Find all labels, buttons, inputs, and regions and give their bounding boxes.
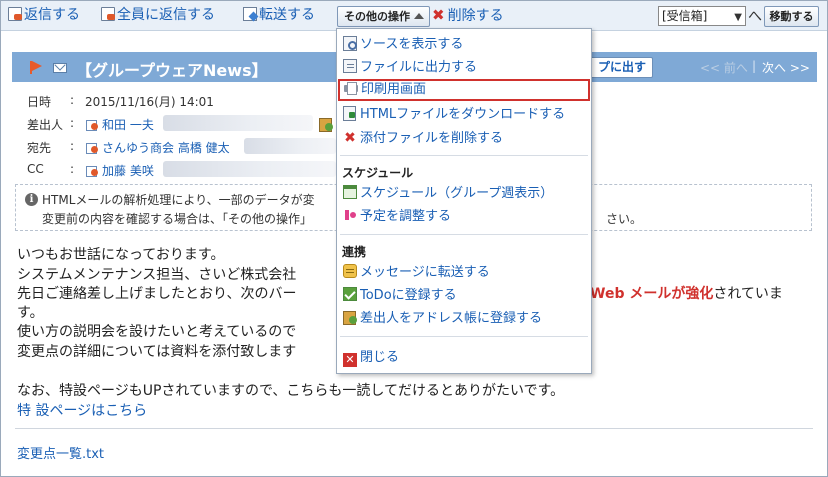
other-actions-menu: ソースを表示する ファイルに出力する 印刷用画面 HTMLファイルをダウンロード… — [336, 28, 592, 374]
menu-separator — [340, 155, 588, 156]
body-line: す。 — [17, 305, 44, 321]
menu-item-schedule-group-week[interactable]: スケジュール（グループ週表示） — [341, 183, 553, 205]
to-value[interactable]: さんゆう商会 高橋 健太 — [85, 139, 230, 156]
body-line: 使い方の説明会を設けたいと考えているので — [17, 324, 297, 340]
reply-all-button[interactable]: 全員に返信する — [101, 5, 215, 25]
menu-separator — [340, 336, 588, 337]
date-colon: : — [70, 93, 75, 107]
toolbar: 返信する 全員に返信する 転送する その他の操作 ✖ 削除する [受信箱] ▼ へ… — [1, 1, 827, 31]
menu-item-add-to-address-book[interactable]: 差出人をアドレス帳に登録する — [341, 308, 542, 330]
flag-icon[interactable] — [30, 61, 43, 74]
other-actions-button[interactable]: その他の操作 — [337, 6, 430, 27]
folder-select[interactable]: [受信箱] ▼ — [658, 6, 746, 26]
forward-button[interactable]: 転送する — [243, 5, 315, 25]
notice-line-2: 変更前の内容を確認する場合は、「その他の操作」 — [42, 212, 313, 226]
from-colon: : — [70, 116, 75, 130]
cc-value[interactable]: 加藤 美咲 — [85, 162, 154, 179]
date-label: 日時 — [27, 95, 52, 109]
calendar-icon — [343, 185, 357, 199]
reply-icon — [8, 7, 22, 21]
menu-item-forward-to-message[interactable]: メッセージに転送する — [341, 262, 490, 284]
date-value: 2015/11/16(月) 14:01 — [85, 95, 214, 109]
prev-link[interactable]: << 前へ — [700, 59, 748, 76]
redacted-address — [244, 138, 336, 154]
forward-icon — [243, 7, 257, 21]
message-icon — [343, 264, 357, 278]
menu-item-view-source[interactable]: ソースを表示する — [341, 34, 463, 56]
download-icon — [343, 106, 357, 121]
user-icon — [85, 118, 99, 131]
info-icon: i — [25, 193, 38, 206]
user-icon — [85, 164, 99, 177]
attachment-link[interactable]: 変更点一覧.txt — [17, 443, 104, 462]
mail-icon — [53, 63, 67, 73]
body-line: システムメンテナンス担当、さいど株式会社 — [17, 267, 297, 283]
close-icon: ✕ — [343, 353, 357, 367]
body-highlight: Web メールが強化されていま — [590, 286, 783, 302]
move-button[interactable]: 移動する — [764, 6, 819, 27]
user-icon — [85, 141, 99, 154]
reply-all-icon — [101, 7, 115, 21]
from-value[interactable]: 和田 一夫 — [85, 116, 154, 133]
cc-colon: : — [70, 162, 75, 176]
body-line: 変更点の詳細については資料を添付致します — [17, 344, 297, 360]
adjust-schedule-icon — [343, 208, 357, 222]
to-label: 宛先 — [27, 141, 52, 155]
body-line: 先日ご連絡差し上げましたとおり、次のバー — [17, 286, 297, 302]
view-source-icon — [343, 36, 357, 51]
nav-separator: | — [752, 59, 757, 73]
notice-line-2-tail: さい。 — [606, 212, 643, 226]
reply-button[interactable]: 返信する — [8, 5, 80, 25]
notice-line-1: HTMLメールの解析処理により、一部のデータが変 — [42, 193, 315, 207]
redacted-address — [163, 115, 313, 131]
triangle-up-icon — [414, 13, 424, 19]
menu-item-delete-attachment[interactable]: ✖ 添付ファイルを削除する — [341, 127, 503, 149]
cc-label: CC — [27, 162, 44, 176]
delete-x-icon: ✖ — [432, 6, 445, 24]
menu-separator — [340, 234, 588, 235]
from-label: 差出人 — [27, 118, 64, 132]
menu-section-link: 連携 — [342, 245, 367, 259]
menu-item-add-todo[interactable]: ToDoに登録する — [341, 285, 457, 307]
redacted-address — [163, 161, 336, 177]
chevron-down-icon: ▼ — [734, 12, 742, 23]
body-line: いつもお世話になっております。 — [17, 247, 225, 263]
address-book-icon — [343, 310, 357, 325]
menu-item-download-html[interactable]: HTMLファイルをダウンロードする — [341, 104, 565, 126]
menu-section-schedule: スケジュール — [342, 166, 414, 180]
address-book-icon[interactable] — [319, 117, 333, 132]
popout-button[interactable]: プに出す — [587, 57, 653, 78]
menu-item-export-file[interactable]: ファイルに出力する — [341, 57, 477, 79]
todo-check-icon — [343, 287, 357, 301]
special-page-link[interactable]: 特 設ページはこちら — [17, 400, 147, 420]
next-link[interactable]: 次へ >> — [762, 59, 810, 76]
printer-icon — [344, 81, 358, 95]
body-line: なお、特設ページもUPされていますので、こちらも一読してだけるとありがたいです。 — [17, 383, 565, 399]
menu-item-print-view[interactable]: 印刷用画面 — [338, 79, 590, 101]
document-icon — [343, 59, 357, 73]
delete-button[interactable]: ✖ 削除する — [432, 5, 504, 25]
menu-item-close[interactable]: ✕ 閉じる — [341, 347, 399, 369]
delete-x-icon: ✖ — [344, 130, 356, 146]
message-title: 【グループウェアNews】 — [76, 61, 268, 80]
divider — [15, 428, 813, 429]
to-colon: : — [70, 139, 75, 153]
folder-suffix: へ — [748, 9, 762, 25]
menu-item-adjust-schedule[interactable]: 予定を調整する — [341, 206, 451, 228]
